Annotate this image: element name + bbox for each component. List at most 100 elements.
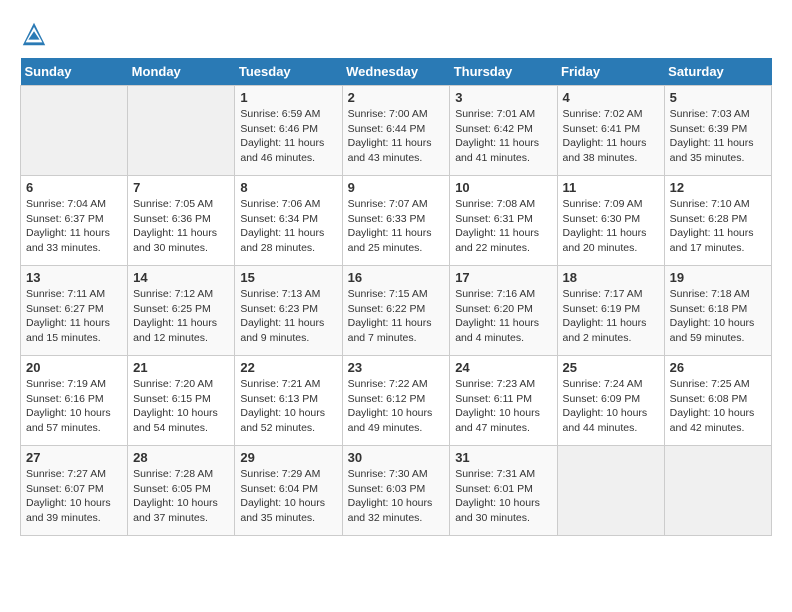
day-number: 26 bbox=[670, 360, 766, 375]
calendar-cell: 14 Sunrise: 7:12 AMSunset: 6:25 PMDayligh… bbox=[128, 266, 235, 356]
calendar-week-row: 13Sunrise: 7:11 AMSunset: 6:27 PMDayligh… bbox=[21, 266, 772, 356]
day-info: Sunrise: 7:19 AMSunset: 6:16 PMDaylight:… bbox=[26, 377, 122, 436]
day-info: Sunrise: 7:27 AMSunset: 6:07 PMDaylight:… bbox=[26, 467, 122, 526]
calendar-cell: 31 Sunrise: 7:31 AMSunset: 6:01 PMDayligh… bbox=[450, 446, 557, 536]
day-number: 8 bbox=[240, 180, 336, 195]
calendar-cell: 19 Sunrise: 7:18 AMSunset: 6:18 PMDayligh… bbox=[664, 266, 771, 356]
day-number: 16 bbox=[348, 270, 445, 285]
day-info: Sunrise: 6:59 AMSunset: 6:46 PMDaylight:… bbox=[240, 107, 336, 166]
weekday-header-thursday: Thursday bbox=[450, 58, 557, 86]
day-number: 15 bbox=[240, 270, 336, 285]
day-number: 14 bbox=[133, 270, 229, 285]
calendar-week-row: 1 Sunrise: 6:59 AMSunset: 6:46 PMDaylight… bbox=[21, 86, 772, 176]
calendar-cell: 21 Sunrise: 7:20 AMSunset: 6:15 PMDayligh… bbox=[128, 356, 235, 446]
weekday-header-saturday: Saturday bbox=[664, 58, 771, 86]
day-info: Sunrise: 7:10 AMSunset: 6:28 PMDaylight:… bbox=[670, 197, 766, 256]
calendar-cell: 13Sunrise: 7:11 AMSunset: 6:27 PMDayligh… bbox=[21, 266, 128, 356]
day-number: 23 bbox=[348, 360, 445, 375]
day-info: Sunrise: 7:31 AMSunset: 6:01 PMDaylight:… bbox=[455, 467, 551, 526]
day-number: 3 bbox=[455, 90, 551, 105]
calendar-cell: 15 Sunrise: 7:13 AMSunset: 6:23 PMDayligh… bbox=[235, 266, 342, 356]
day-info: Sunrise: 7:18 AMSunset: 6:18 PMDaylight:… bbox=[670, 287, 766, 346]
day-info: Sunrise: 7:07 AMSunset: 6:33 PMDaylight:… bbox=[348, 197, 445, 256]
calendar-week-row: 27Sunrise: 7:27 AMSunset: 6:07 PMDayligh… bbox=[21, 446, 772, 536]
day-info: Sunrise: 7:29 AMSunset: 6:04 PMDaylight:… bbox=[240, 467, 336, 526]
calendar-cell: 6 Sunrise: 7:04 AMSunset: 6:37 PMDaylight… bbox=[21, 176, 128, 266]
day-info: Sunrise: 7:06 AMSunset: 6:34 PMDaylight:… bbox=[240, 197, 336, 256]
calendar-cell: 10 Sunrise: 7:08 AMSunset: 6:31 PMDayligh… bbox=[450, 176, 557, 266]
calendar-cell: 24 Sunrise: 7:23 AMSunset: 6:11 PMDayligh… bbox=[450, 356, 557, 446]
calendar-cell: 2Sunrise: 7:00 AMSunset: 6:44 PMDaylight… bbox=[342, 86, 450, 176]
weekday-header-wednesday: Wednesday bbox=[342, 58, 450, 86]
day-info: Sunrise: 7:08 AMSunset: 6:31 PMDaylight:… bbox=[455, 197, 551, 256]
weekday-header-monday: Monday bbox=[128, 58, 235, 86]
calendar-cell bbox=[128, 86, 235, 176]
weekday-header-sunday: Sunday bbox=[21, 58, 128, 86]
logo bbox=[20, 20, 52, 48]
weekday-header-friday: Friday bbox=[557, 58, 664, 86]
calendar-week-row: 6 Sunrise: 7:04 AMSunset: 6:37 PMDaylight… bbox=[21, 176, 772, 266]
day-number: 10 bbox=[455, 180, 551, 195]
calendar-cell: 28 Sunrise: 7:28 AMSunset: 6:05 PMDayligh… bbox=[128, 446, 235, 536]
day-info: Sunrise: 7:03 AMSunset: 6:39 PMDaylight:… bbox=[670, 107, 766, 166]
day-number: 17 bbox=[455, 270, 551, 285]
day-number: 21 bbox=[133, 360, 229, 375]
weekday-header-tuesday: Tuesday bbox=[235, 58, 342, 86]
calendar-cell: 25 Sunrise: 7:24 AMSunset: 6:09 PMDayligh… bbox=[557, 356, 664, 446]
day-info: Sunrise: 7:24 AMSunset: 6:09 PMDaylight:… bbox=[563, 377, 659, 436]
day-info: Sunrise: 7:12 AMSunset: 6:25 PMDaylight:… bbox=[133, 287, 229, 346]
calendar-cell: 18 Sunrise: 7:17 AMSunset: 6:19 PMDayligh… bbox=[557, 266, 664, 356]
day-number: 18 bbox=[563, 270, 659, 285]
day-number: 4 bbox=[563, 90, 659, 105]
day-number: 30 bbox=[348, 450, 445, 465]
day-info: Sunrise: 7:17 AMSunset: 6:19 PMDaylight:… bbox=[563, 287, 659, 346]
day-number: 9 bbox=[348, 180, 445, 195]
day-number: 1 bbox=[240, 90, 336, 105]
day-info: Sunrise: 7:04 AMSunset: 6:37 PMDaylight:… bbox=[26, 197, 122, 256]
day-number: 7 bbox=[133, 180, 229, 195]
day-info: Sunrise: 7:02 AMSunset: 6:41 PMDaylight:… bbox=[563, 107, 659, 166]
day-number: 5 bbox=[670, 90, 766, 105]
day-info: Sunrise: 7:28 AMSunset: 6:05 PMDaylight:… bbox=[133, 467, 229, 526]
calendar-week-row: 20 Sunrise: 7:19 AMSunset: 6:16 PMDayligh… bbox=[21, 356, 772, 446]
calendar-cell: 30 Sunrise: 7:30 AMSunset: 6:03 PMDayligh… bbox=[342, 446, 450, 536]
weekday-header-row: SundayMondayTuesdayWednesdayThursdayFrid… bbox=[21, 58, 772, 86]
day-number: 13 bbox=[26, 270, 122, 285]
calendar-cell: 11Sunrise: 7:09 AMSunset: 6:30 PMDayligh… bbox=[557, 176, 664, 266]
calendar-cell bbox=[21, 86, 128, 176]
calendar-cell: 3 Sunrise: 7:01 AMSunset: 6:42 PMDaylight… bbox=[450, 86, 557, 176]
day-number: 28 bbox=[133, 450, 229, 465]
calendar-cell: 26 Sunrise: 7:25 AMSunset: 6:08 PMDayligh… bbox=[664, 356, 771, 446]
day-number: 31 bbox=[455, 450, 551, 465]
calendar-table: SundayMondayTuesdayWednesdayThursdayFrid… bbox=[20, 58, 772, 536]
day-info: Sunrise: 7:25 AMSunset: 6:08 PMDaylight:… bbox=[670, 377, 766, 436]
page-header bbox=[20, 20, 772, 48]
day-info: Sunrise: 7:23 AMSunset: 6:11 PMDaylight:… bbox=[455, 377, 551, 436]
calendar-cell bbox=[664, 446, 771, 536]
day-number: 22 bbox=[240, 360, 336, 375]
calendar-cell: 12Sunrise: 7:10 AMSunset: 6:28 PMDayligh… bbox=[664, 176, 771, 266]
day-info: Sunrise: 7:15 AMSunset: 6:22 PMDaylight:… bbox=[348, 287, 445, 346]
day-info: Sunrise: 7:20 AMSunset: 6:15 PMDaylight:… bbox=[133, 377, 229, 436]
day-number: 2 bbox=[348, 90, 445, 105]
calendar-cell: 16 Sunrise: 7:15 AMSunset: 6:22 PMDayligh… bbox=[342, 266, 450, 356]
day-info: Sunrise: 7:09 AMSunset: 6:30 PMDaylight:… bbox=[563, 197, 659, 256]
calendar-cell: 29 Sunrise: 7:29 AMSunset: 6:04 PMDayligh… bbox=[235, 446, 342, 536]
day-number: 19 bbox=[670, 270, 766, 285]
day-info: Sunrise: 7:01 AMSunset: 6:42 PMDaylight:… bbox=[455, 107, 551, 166]
day-info: Sunrise: 7:30 AMSunset: 6:03 PMDaylight:… bbox=[348, 467, 445, 526]
calendar-cell: 27Sunrise: 7:27 AMSunset: 6:07 PMDayligh… bbox=[21, 446, 128, 536]
day-number: 25 bbox=[563, 360, 659, 375]
day-number: 29 bbox=[240, 450, 336, 465]
calendar-cell: 8 Sunrise: 7:06 AMSunset: 6:34 PMDaylight… bbox=[235, 176, 342, 266]
calendar-cell: 23Sunrise: 7:22 AMSunset: 6:12 PMDayligh… bbox=[342, 356, 450, 446]
calendar-cell: 20 Sunrise: 7:19 AMSunset: 6:16 PMDayligh… bbox=[21, 356, 128, 446]
day-number: 20 bbox=[26, 360, 122, 375]
calendar-cell: 22 Sunrise: 7:21 AMSunset: 6:13 PMDayligh… bbox=[235, 356, 342, 446]
calendar-cell: 1 Sunrise: 6:59 AMSunset: 6:46 PMDaylight… bbox=[235, 86, 342, 176]
day-number: 6 bbox=[26, 180, 122, 195]
day-info: Sunrise: 7:21 AMSunset: 6:13 PMDaylight:… bbox=[240, 377, 336, 436]
day-number: 24 bbox=[455, 360, 551, 375]
day-info: Sunrise: 7:05 AMSunset: 6:36 PMDaylight:… bbox=[133, 197, 229, 256]
day-info: Sunrise: 7:13 AMSunset: 6:23 PMDaylight:… bbox=[240, 287, 336, 346]
